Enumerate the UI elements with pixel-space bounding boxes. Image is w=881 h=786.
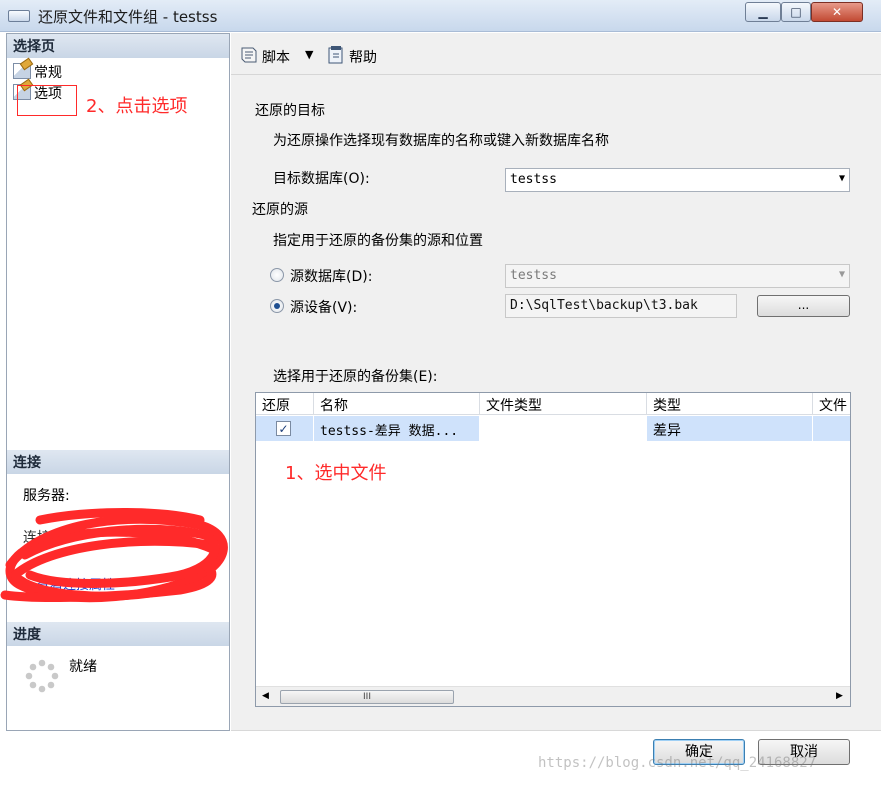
source-device-radio[interactable] [270,299,284,313]
column-header-file-type[interactable]: 文件类型 [480,393,647,415]
row-restore-cell[interactable]: ✓ [256,416,314,441]
options-highlight-box [17,85,77,116]
maximize-button[interactable]: □ [781,2,811,22]
window-icon [8,10,30,22]
source-db-value: testss [510,268,557,283]
help-icon [326,45,346,65]
row-file-cell [813,416,850,441]
scroll-left-icon[interactable]: ◀ [262,691,269,701]
backup-sets-grid[interactable]: 还原 名称 文件类型 类型 文件 ✓ testss-差异 数据... 差异 ◀ … [255,392,851,707]
script-button[interactable]: 脚本 [262,47,290,67]
scroll-thumb[interactable]: III [280,690,454,704]
progress-status: 就绪 [69,659,97,675]
connection-header: 连接 [7,450,229,474]
source-db-combo: testss ▼ [505,264,850,288]
row-name-cell: testss-差异 数据... [314,416,480,441]
target-db-combo[interactable]: testss ▼ [505,168,850,192]
close-button[interactable]: ✕ [811,2,863,22]
source-db-label: 源数据库(D): [290,269,373,285]
page-item-general[interactable]: 常规 [13,62,62,82]
column-header-file[interactable]: 文件 [813,393,850,415]
minimize-button[interactable]: ▁ [745,2,781,22]
backup-sets-label: 选择用于还原的备份集(E): [273,369,438,385]
browse-button[interactable]: ... [757,295,850,317]
column-header-name[interactable]: 名称 [314,393,480,415]
progress-header: 进度 [7,622,229,646]
page-icon [13,63,31,79]
chevron-down-icon[interactable]: ▼ [305,48,313,61]
server-label: 服务器: [23,488,70,504]
chevron-down-icon[interactable]: ▼ [839,173,845,184]
page-item-label: 常规 [34,65,62,81]
restore-target-description: 为还原操作选择现有数据库的名称或键入新数据库名称 [273,133,609,149]
row-file-type-cell [480,416,647,441]
table-row[interactable]: ✓ testss-差异 数据... 差异 [256,416,850,441]
window-title: 还原文件和文件组 - testss [38,8,218,26]
target-db-label: 目标数据库(O): [273,171,370,187]
watermark: https://blog.csdn.net/qq_24168827 [538,755,817,771]
script-icon [239,46,259,64]
left-pane: 选择页 常规 选项 连接 服务器: 连接 查看连接属性 进度 就绪 [6,33,230,731]
footer-divider [231,730,881,731]
scroll-right-icon[interactable]: ▶ [836,691,843,701]
column-header-restore[interactable]: 还原 [256,393,314,415]
redaction-scribble [0,505,235,615]
restore-checkbox[interactable]: ✓ [276,421,291,436]
help-button[interactable]: 帮助 [349,47,377,67]
restore-source-description: 指定用于还原的备份集的源和位置 [273,233,483,249]
annotation-click-options: 2、点击选项 [86,96,188,117]
source-device-label: 源设备(V): [290,300,358,316]
restore-source-heading: 还原的源 [252,202,308,218]
target-db-value: testss [510,172,557,187]
progress-spinner-icon [25,659,59,693]
horizontal-scrollbar[interactable]: ◀ III ▶ [256,686,850,706]
source-device-field[interactable]: D:\SqlTest\backup\t3.bak [505,294,737,318]
chevron-down-icon: ▼ [838,269,845,280]
annotation-select-file: 1、选中文件 [285,463,387,484]
source-db-radio[interactable] [270,268,284,282]
row-type-cell: 差异 [647,416,813,441]
column-header-type[interactable]: 类型 [647,393,813,415]
restore-target-heading: 还原的目标 [255,103,325,119]
select-page-header: 选择页 [7,34,229,58]
